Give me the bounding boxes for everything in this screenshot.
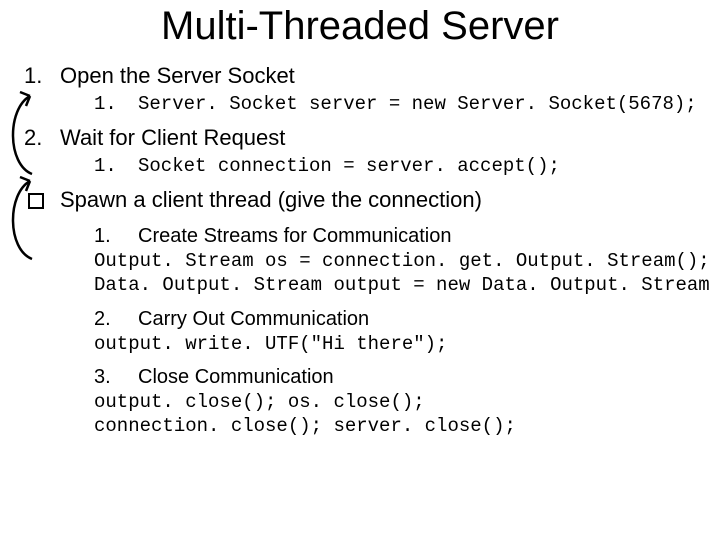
step-3: Spawn a client thread (give the connecti… [24, 187, 696, 215]
step-3-1: 1. Create Streams for Communication [94, 225, 696, 248]
step-2: 2. Wait for Client Request [24, 125, 696, 151]
step-2-sub-code: Socket connection = server. accept(); [138, 155, 560, 177]
slide: Multi-Threaded Server 1. Open the Server… [0, 4, 720, 540]
step-3-1-code: Output. Stream os = connection. get. Out… [94, 250, 696, 298]
step-3-3: 3. Close Communication [94, 366, 696, 389]
step-1-sub-code: Server. Socket server = new Server. Sock… [138, 93, 697, 115]
step-1-sub: 1. Server. Socket server = new Server. S… [94, 93, 696, 115]
step-3-2-code: output. write. UTF("Hi there"); [94, 333, 696, 357]
step-2-sub-marker: 1. [94, 155, 138, 177]
step-3-2-heading: Carry Out Communication [138, 308, 369, 331]
step-1-heading: Open the Server Socket [60, 63, 295, 89]
step-2-sub: 1. Socket connection = server. accept(); [94, 155, 696, 177]
step-2-heading: Wait for Client Request [60, 125, 285, 151]
step-3-1-heading: Create Streams for Communication [138, 225, 451, 248]
step-3-3-marker: 3. [94, 366, 138, 389]
step-1-sub-marker: 1. [94, 93, 138, 115]
step-3-heading: Spawn a client thread (give the connecti… [60, 187, 482, 213]
step-3-3-heading: Close Communication [138, 366, 334, 389]
step-3-3-code: output. close(); os. close(); connection… [94, 391, 696, 439]
step-3-1-marker: 1. [94, 225, 138, 248]
step-1: 1. Open the Server Socket [24, 63, 696, 89]
slide-title: Multi-Threaded Server [24, 4, 696, 49]
loop-arrow-bottom-icon [2, 169, 42, 269]
step-3-2-marker: 2. [94, 308, 138, 331]
step-3-2: 2. Carry Out Communication [94, 308, 696, 331]
